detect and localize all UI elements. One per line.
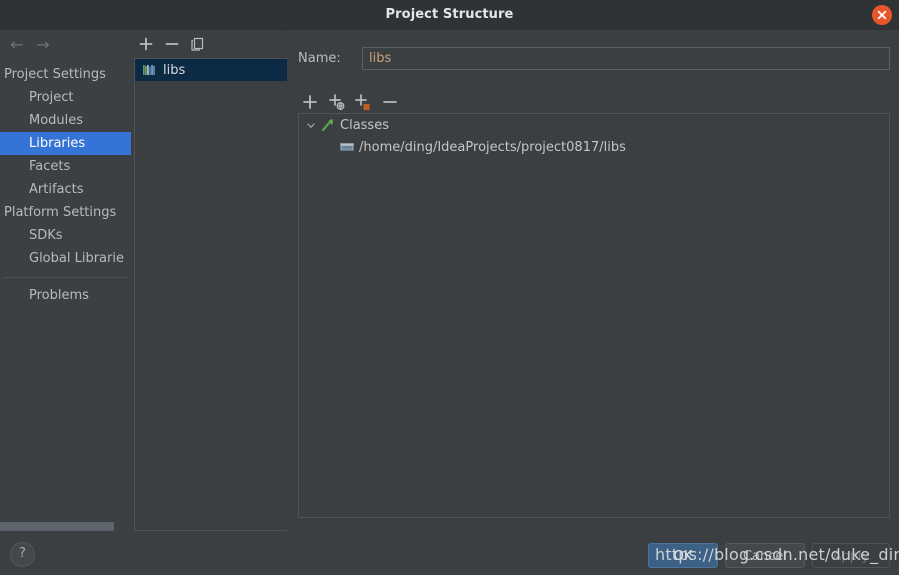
nav-arrows: ← → [0,33,131,57]
library-list-toolbar [131,30,287,58]
sidebar-item-libraries[interactable]: Libraries [0,132,131,155]
sidebar-item-sdks[interactable]: SDKs [0,224,131,247]
copy-icon [191,37,204,51]
sidebar-item-artifacts[interactable]: Artifacts [0,178,131,201]
folder-archive-glyph [340,143,354,151]
sidebar-group-project-settings: Project Settings [4,67,106,82]
plus-globe-icon [329,94,345,110]
plus-icon [303,95,317,109]
library-roots-tree: Classes /home/ding/IdeaProjects/project0… [298,113,890,518]
add-module-root-button[interactable] [351,91,373,113]
sidebar-scrollbar-thumb[interactable] [0,522,114,531]
sidebar-nav-list: Project Settings Project Modules Librari… [0,63,131,307]
cancel-button[interactable]: Cancel [725,543,805,568]
minus-icon [165,43,179,45]
sidebar-item-modules[interactable]: Modules [0,109,131,132]
title-bar: Project Structure [0,0,899,31]
project-structure-dialog: Project Structure ← → Project Settings P… [0,0,899,575]
ok-button[interactable]: OK [648,543,718,568]
chevron-down-glyph [307,123,315,128]
tree-node-path[interactable]: /home/ding/IdeaProjects/project0817/libs [299,136,889,158]
close-glyph [877,10,887,20]
remove-root-button[interactable] [379,91,401,113]
sidebar-item-global-libraries[interactable]: Global Librarie [0,247,131,270]
folder-archive-icon [339,139,355,155]
name-input[interactable] [362,47,890,70]
classes-glyph [321,119,333,132]
sidebar-horizontal-scrollbar[interactable] [0,521,131,532]
plus-icon [139,37,153,51]
list-item[interactable]: libs [135,59,287,81]
library-icon [143,65,155,75]
remove-library-button[interactable] [162,34,182,54]
sidebar-item-project[interactable]: Project [0,86,131,109]
library-detail-panel: Name: libs Classes /home/ding/IdeaProjec… [288,30,899,532]
dialog-footer: ? OK Cancel Apply [0,532,899,575]
sidebar-item-problems[interactable]: Problems [0,284,131,307]
minus-icon [383,101,397,103]
add-root-button[interactable] [299,91,321,113]
library-list: libs [134,58,287,531]
settings-sidebar: ← → Project Settings Project Modules Lib… [0,30,132,532]
tree-node-label: /home/ding/IdeaProjects/project0817/libs [359,139,626,155]
library-roots-toolbar [296,90,890,114]
close-icon[interactable] [872,5,892,25]
name-label: Name: [298,51,341,66]
forward-arrow-icon[interactable]: → [30,33,56,57]
classes-icon [320,117,336,133]
sidebar-group-platform-settings: Platform Settings [4,205,117,220]
chevron-down-icon[interactable] [304,118,318,132]
plus-module-icon [355,94,370,110]
tree-node-classes[interactable]: Classes [299,114,889,136]
back-arrow-icon[interactable]: ← [4,33,30,57]
add-library-button[interactable] [136,34,156,54]
library-list-panel: libs [131,30,287,532]
sidebar-divider [3,277,128,278]
name-row: Name: [298,47,890,71]
list-item-label: libs [163,62,186,78]
page-title: Project Structure [385,7,514,22]
sidebar-item-facets[interactable]: Facets [0,155,131,178]
add-url-root-button[interactable] [325,91,347,113]
copy-library-button[interactable] [188,34,208,54]
help-button[interactable]: ? [10,542,35,567]
apply-button[interactable]: Apply [812,543,890,568]
tree-node-label: Classes [340,117,389,133]
